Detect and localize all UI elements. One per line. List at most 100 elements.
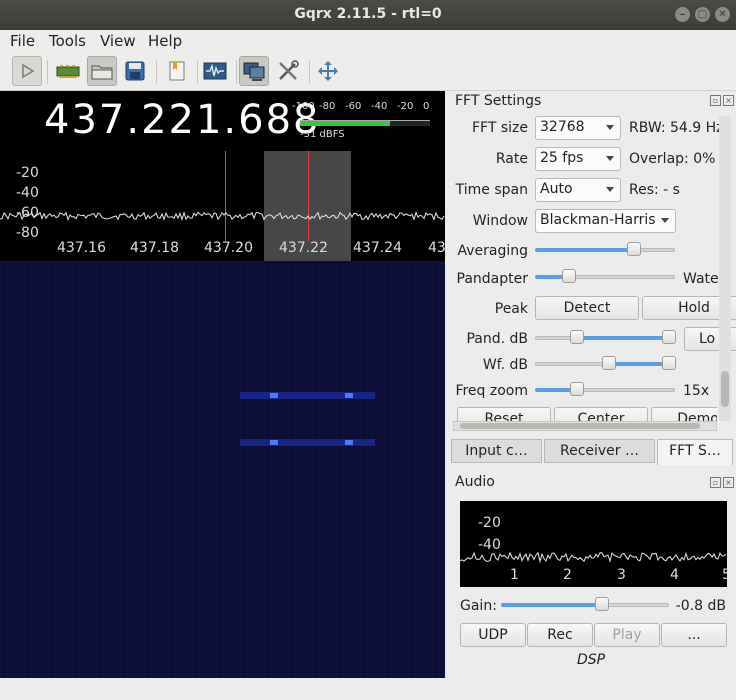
peak-label: Peak — [494, 301, 528, 317]
spectrum-trace — [0, 210, 445, 222]
averaging-label: Averaging — [457, 243, 528, 259]
slider-handle[interactable] — [570, 382, 584, 396]
slider-handle[interactable] — [561, 269, 576, 283]
meter-fill — [300, 121, 390, 126]
meter-tick: -40 — [371, 101, 388, 112]
wf-db-range-slider[interactable] — [535, 356, 677, 372]
freq-zoom-slider[interactable] — [535, 382, 675, 398]
dock-close-icon[interactable]: × — [723, 95, 734, 106]
save-icon[interactable] — [120, 56, 150, 86]
window-combo[interactable]: Blackman-Harris — [535, 209, 676, 233]
dsp-label: DSP — [576, 652, 606, 668]
audio-spectrum: -20 -40 1 2 3 4 5 — [460, 501, 727, 587]
bottom-button-row: Reset Center Demo — [455, 407, 717, 421]
timespan-label: Time span — [455, 182, 528, 198]
scrollbar-thumb[interactable] — [460, 423, 700, 429]
close-icon[interactable]: ✕ — [715, 7, 730, 22]
spectrum-display[interactable]: 437.221.688 -100 -80 -60 -40 -20 0 -31 d… — [0, 91, 445, 261]
averaging-slider[interactable] — [535, 242, 675, 258]
play-icon[interactable] — [12, 56, 42, 86]
menu-view[interactable]: View — [100, 32, 136, 50]
dock-float-icon[interactable]: ▫ — [710, 95, 721, 106]
vertical-scrollbar[interactable] — [719, 116, 731, 421]
detect-button[interactable]: Detect — [535, 296, 639, 320]
rbw-label: RBW: 54.9 Hz — [629, 120, 724, 136]
rate-combo[interactable]: 25 fps — [535, 147, 621, 171]
horizontal-scrollbar[interactable] — [453, 421, 717, 431]
fullscreen-icon[interactable] — [313, 56, 343, 86]
fft-settings-panel: FFT Settings ▫ × FFT size 32768 RBW: 54.… — [449, 91, 736, 436]
meter-tick: 0 — [423, 101, 430, 112]
slider-handle-high[interactable] — [662, 356, 677, 370]
audio-x-tick: 1 — [510, 567, 519, 583]
demod-button[interactable]: Demo — [651, 407, 717, 421]
hardware-icon[interactable] — [53, 56, 83, 86]
audio-x-tick: 2 — [563, 567, 572, 583]
remote-control-icon[interactable] — [239, 56, 269, 86]
fft-size-value: 32768 — [540, 119, 585, 135]
toolbar-separator — [47, 60, 48, 84]
fft-settings-title: FFT Settings — [455, 93, 542, 109]
slider-handle-high[interactable] — [662, 330, 677, 344]
menu-help[interactable]: Help — [148, 32, 182, 50]
pandapter-slider[interactable] — [535, 269, 675, 285]
slider-handle[interactable] — [627, 242, 642, 256]
reset-button[interactable]: Reset — [457, 407, 551, 421]
waveform-icon[interactable] — [200, 56, 230, 86]
audio-x-tick: 5 — [722, 567, 727, 583]
pand-db-range-slider[interactable] — [535, 330, 677, 346]
window-value: Blackman-Harris — [540, 212, 656, 228]
play-button[interactable]: Play — [594, 623, 660, 647]
timespan-combo[interactable]: Auto — [535, 178, 621, 202]
window-label: Window — [472, 213, 528, 229]
meter-track — [300, 121, 430, 126]
pandapter-label: Pandapter — [456, 271, 528, 287]
x-tick: 43 — [428, 240, 445, 256]
bookmark-icon[interactable] — [162, 56, 192, 86]
toolbar-separator — [236, 60, 237, 84]
tab-receiver-options[interactable]: Receiver … — [544, 439, 655, 463]
overlap-label: Overlap: 0% — [629, 151, 716, 167]
tab-fft-settings[interactable]: FFT S… — [657, 439, 733, 465]
audio-options-button[interactable]: ... — [661, 623, 727, 647]
open-folder-icon[interactable] — [87, 56, 117, 86]
title-bar: Gqrx 2.11.5 - rtl=0 – □ ✕ — [0, 0, 736, 30]
waterfall-display[interactable] — [0, 261, 445, 678]
meter-tick: -20 — [397, 101, 414, 112]
frequency-readout[interactable]: 437.221.688 — [44, 97, 320, 143]
toolbar — [0, 52, 736, 91]
x-tick: 437.24 — [353, 240, 402, 256]
chevron-down-icon — [661, 218, 669, 223]
slider-handle-low[interactable] — [602, 356, 617, 370]
chevron-down-icon — [606, 156, 614, 161]
status-bar — [0, 680, 736, 700]
dock-close-icon[interactable]: × — [723, 477, 734, 488]
center-button[interactable]: Center — [554, 407, 648, 421]
x-tick: 437.20 — [204, 240, 253, 256]
meter-tick: -80 — [319, 101, 336, 112]
gain-slider[interactable] — [501, 597, 669, 613]
x-tick: 437.18 — [130, 240, 179, 256]
toolbar-separator — [309, 60, 310, 84]
rec-button[interactable]: Rec — [527, 623, 593, 647]
y-tick: -40 — [16, 185, 39, 201]
udp-button[interactable]: UDP — [460, 623, 526, 647]
menu-tools[interactable]: Tools — [49, 32, 86, 50]
menu-file[interactable]: File — [10, 32, 35, 50]
pand-db-label: Pand. dB — [466, 331, 528, 347]
rate-label: Rate — [495, 151, 528, 167]
fft-size-combo[interactable]: 32768 — [535, 116, 621, 140]
slider-handle[interactable] — [594, 597, 609, 611]
fft-size-label: FFT size — [471, 120, 528, 136]
tools-icon[interactable] — [273, 56, 303, 86]
audio-x-tick: 3 — [617, 567, 626, 583]
minimize-icon[interactable]: – — [675, 7, 690, 22]
slider-handle-low[interactable] — [570, 330, 584, 344]
scrollbar-thumb[interactable] — [721, 371, 729, 407]
tab-input-controls[interactable]: Input c… — [451, 439, 542, 463]
audio-title: Audio — [455, 474, 495, 490]
maximize-icon[interactable]: □ — [695, 7, 710, 22]
dock-float-icon[interactable]: ▫ — [710, 477, 721, 488]
menu-bar: File Tools View Help — [0, 30, 736, 52]
chevron-down-icon — [606, 187, 614, 192]
